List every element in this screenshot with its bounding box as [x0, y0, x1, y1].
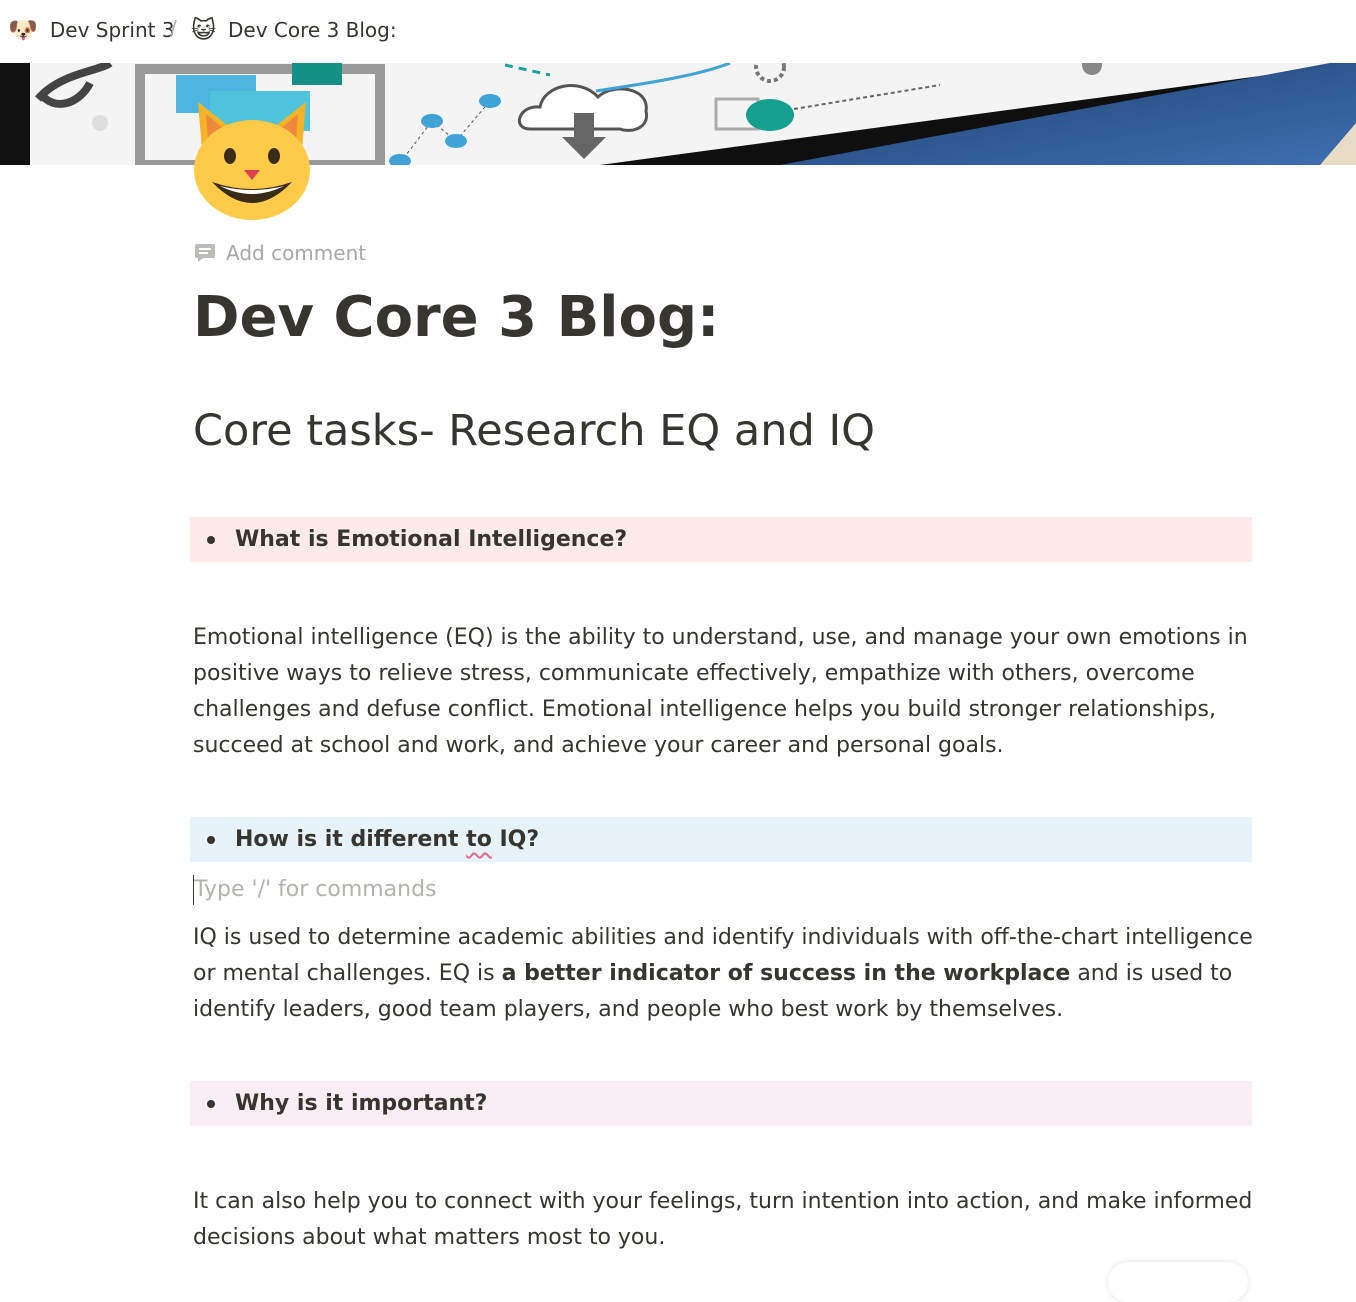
page-title[interactable]: Dev Core 3 Blog:: [193, 280, 719, 356]
help-bubble[interactable]: [1108, 1262, 1248, 1302]
callout-why-important[interactable]: Why is it important?: [190, 1081, 1252, 1126]
breadcrumb-label: Dev Core 3 Blog:: [228, 18, 397, 42]
bullet-icon: [207, 535, 215, 544]
smiling-cat-icon[interactable]: [188, 98, 316, 222]
placeholder-text: Type '/' for commands: [194, 877, 437, 902]
bullet-icon: [207, 835, 215, 844]
breadcrumb-item-dev-sprint-3[interactable]: 🐶 Dev Sprint 3: [8, 14, 175, 46]
callout-difference-to-iq[interactable]: How is it different to IQ?: [190, 817, 1252, 862]
breadcrumb-label: Dev Sprint 3: [49, 18, 175, 42]
paragraph-iq-vs-eq[interactable]: IQ is used to determine academic abiliti…: [193, 920, 1253, 1028]
comment-icon: [195, 244, 215, 262]
bold-text: a better indicator of success in the wor…: [501, 961, 1071, 986]
empty-block-input[interactable]: Type '/' for commands: [193, 872, 437, 908]
breadcrumb: 🐶 Dev Sprint 3 / 😺 Dev Core 3 Blog:: [0, 0, 1356, 62]
cat-face-icon: 😺: [191, 16, 217, 44]
add-comment-button[interactable]: Add comment: [194, 238, 366, 268]
paragraph-importance[interactable]: It can also help you to connect with you…: [193, 1184, 1253, 1256]
breadcrumb-separator: /: [170, 16, 177, 40]
callout-text: How is it different to IQ?: [235, 827, 540, 852]
paragraph-ei-definition[interactable]: Emotional intelligence (EQ) is the abili…: [193, 620, 1253, 764]
spellcheck-underline: to: [466, 827, 492, 852]
callout-text: Why is it important?: [235, 1091, 488, 1116]
callout-text: What is Emotional Intelligence?: [235, 527, 628, 552]
breadcrumb-item-dev-core-3-blog[interactable]: 😺 Dev Core 3 Blog:: [191, 14, 397, 46]
add-comment-label: Add comment: [226, 241, 367, 265]
bullet-icon: [207, 1099, 215, 1108]
callout-what-is-ei[interactable]: What is Emotional Intelligence?: [190, 517, 1252, 562]
dog-face-icon: 🐶: [8, 16, 38, 44]
heading-core-tasks[interactable]: Core tasks- Research EQ and IQ: [193, 402, 875, 460]
